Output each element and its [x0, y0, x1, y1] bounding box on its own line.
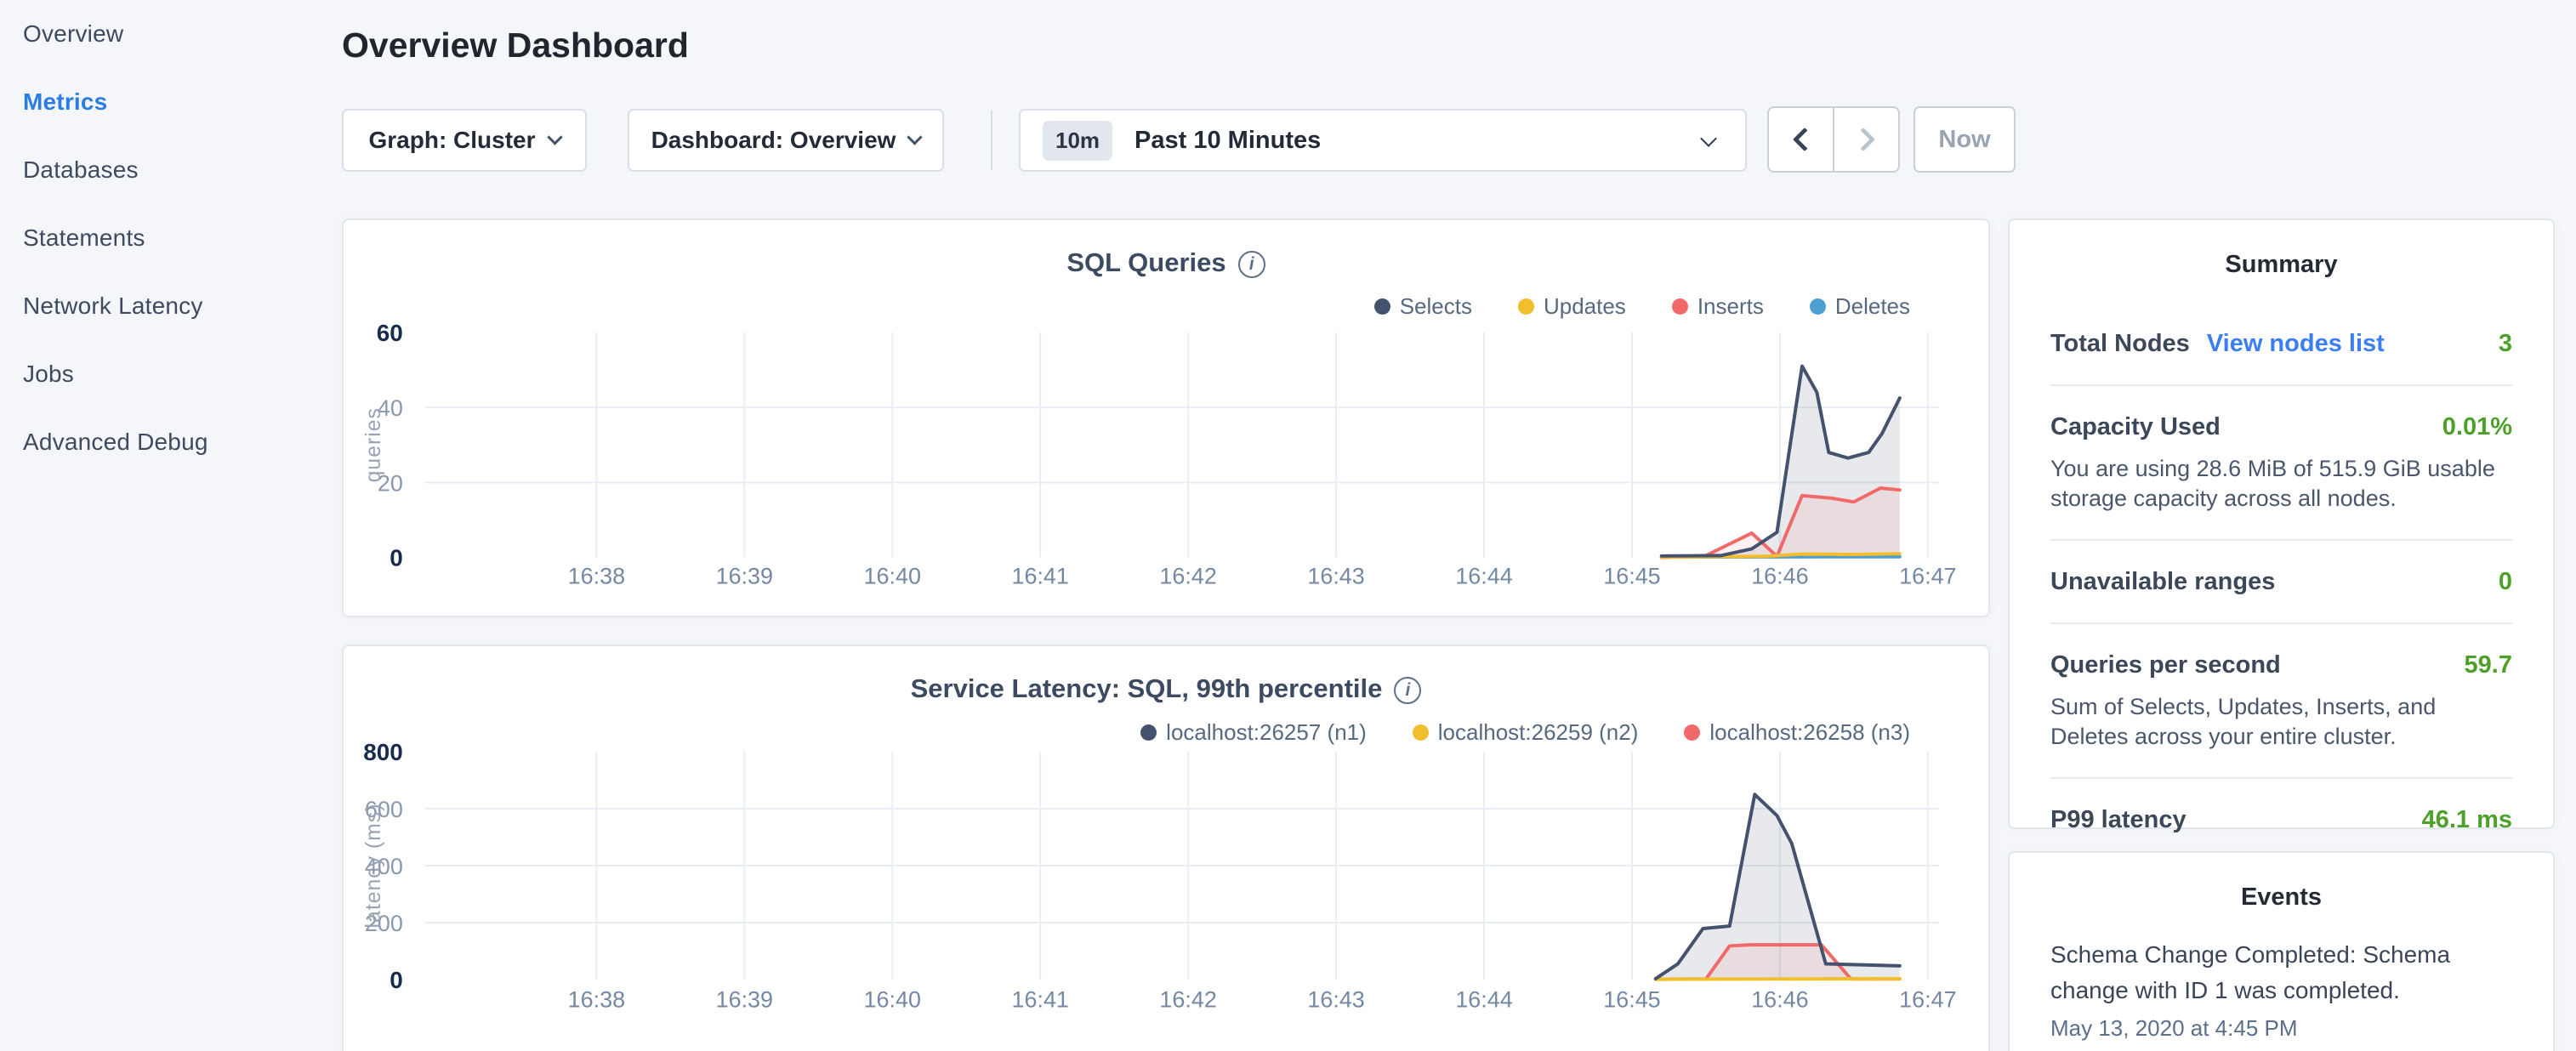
time-range-dropdown[interactable]: 10m Past 10 Minutes: [1019, 109, 1747, 172]
svg-text:16:43: 16:43: [1307, 563, 1364, 588]
sidebar-item-jobs[interactable]: Jobs: [0, 340, 342, 408]
svg-text:16:40: 16:40: [864, 987, 921, 1013]
events-panel: Events Schema Change Completed: Schema c…: [2008, 851, 2555, 1051]
svg-text:16:41: 16:41: [1012, 563, 1069, 588]
service-latency-chart[interactable]: 16:38 16:39 16:40 16:41 16:42 16:43 16:44 16:45…: [344, 646, 1988, 1051]
svg-text:16:41: 16:41: [1012, 987, 1069, 1013]
summary-row-total-nodes: Total Nodes View nodes list 3: [2050, 303, 2512, 386]
summary-row-capacity-used: Capacity Used 0.01% You are using 28.6 M…: [2050, 386, 2512, 541]
sidebar-item-network-latency[interactable]: Network Latency: [0, 272, 342, 340]
chevron-left-icon: [1792, 128, 1816, 151]
event-message: Schema Change Completed: Schema change w…: [2050, 937, 2512, 1008]
chevron-right-icon: [1851, 128, 1874, 151]
svg-text:latency (ms): latency (ms): [361, 804, 385, 929]
event-list-item[interactable]: Schema Change Completed: Schema change w…: [2050, 937, 2512, 1042]
sidebar-item-advanced-debug[interactable]: Advanced Debug: [0, 408, 342, 476]
event-timestamp: May 13, 2020 at 4:45 PM: [2050, 1015, 2512, 1042]
now-button[interactable]: Now: [1914, 106, 2016, 173]
summary-row-subtext: You are using 28.6 MiB of 515.9 GiB usab…: [2050, 454, 2512, 514]
svg-text:16:44: 16:44: [1455, 987, 1512, 1013]
summary-row-value: 0.01%: [2442, 413, 2512, 441]
svg-text:16:38: 16:38: [568, 563, 625, 588]
summary-title: Summary: [2010, 220, 2553, 279]
summary-row-p99-latency: P99 latency 46.1 ms: [2050, 779, 2512, 861]
events-title: Events: [2010, 853, 2553, 912]
sidebar-item-statements[interactable]: Statements: [0, 204, 342, 272]
summary-row-label: Unavailable ranges: [2050, 566, 2275, 597]
svg-text:60: 60: [377, 320, 403, 346]
sql-queries-chart-card: SQL Queriesi Selects Updates Inserts Del…: [342, 219, 1990, 617]
next-time-button[interactable]: [1833, 108, 1898, 171]
page-title: Overview Dashboard: [342, 26, 689, 65]
svg-text:16:45: 16:45: [1603, 987, 1660, 1013]
svg-text:16:39: 16:39: [716, 563, 773, 588]
svg-text:16:42: 16:42: [1159, 987, 1216, 1013]
time-step-buttons: [1767, 106, 1900, 173]
summary-row-value: 3: [2499, 330, 2512, 358]
summary-row-queries-per-second: Queries per second 59.7 Sum of Selects, …: [2050, 624, 2512, 779]
svg-text:16:39: 16:39: [716, 987, 773, 1013]
summary-row-label: Queries per second: [2050, 650, 2281, 680]
chevron-down-icon: [1700, 130, 1717, 147]
graph-dropdown[interactable]: Graph: Cluster: [342, 109, 587, 172]
summary-row-label: Capacity Used: [2050, 412, 2221, 442]
sidebar-item-databases[interactable]: Databases: [0, 136, 342, 204]
summary-row-label: Total Nodes: [2050, 328, 2190, 359]
svg-text:16:46: 16:46: [1751, 563, 1808, 588]
svg-text:800: 800: [363, 739, 403, 765]
time-range-label: Past 10 Minutes: [1134, 127, 1321, 155]
svg-text:queries: queries: [361, 407, 385, 482]
sidebar-nav: Overview Metrics Databases Statements Ne…: [0, 0, 342, 1051]
time-range-badge: 10m: [1043, 121, 1112, 161]
svg-text:0: 0: [390, 967, 403, 993]
service-latency-chart-card: Service Latency: SQL, 99th percentilei l…: [342, 645, 1990, 1051]
svg-text:16:38: 16:38: [568, 987, 625, 1013]
svg-text:16:47: 16:47: [1899, 563, 1956, 588]
view-nodes-list-link[interactable]: View nodes list: [2207, 330, 2385, 358]
svg-text:16:47: 16:47: [1899, 987, 1956, 1013]
summary-row-value: 59.7: [2465, 651, 2512, 679]
svg-text:16:44: 16:44: [1455, 563, 1512, 588]
chevron-down-icon: [907, 129, 923, 145]
svg-text:0: 0: [390, 545, 403, 571]
db-console-metrics-page: Overview Metrics Databases Statements Ne…: [0, 0, 2576, 1051]
prev-time-button[interactable]: [1769, 108, 1833, 171]
graph-dropdown-label: Graph: Cluster: [368, 127, 535, 154]
dashboard-dropdown[interactable]: Dashboard: Overview: [628, 109, 944, 172]
svg-text:16:45: 16:45: [1603, 563, 1660, 588]
sidebar-item-overview[interactable]: Overview: [0, 0, 342, 68]
chevron-down-icon: [547, 129, 562, 145]
summary-row-value: 0: [2499, 568, 2512, 596]
summary-row-value: 46.1 ms: [2422, 806, 2512, 834]
svg-text:16:40: 16:40: [864, 563, 921, 588]
sidebar-item-metrics[interactable]: Metrics: [0, 68, 342, 136]
dashboard-dropdown-label: Dashboard: Overview: [651, 127, 896, 154]
summary-row-subtext: Sum of Selects, Updates, Inserts, and De…: [2050, 692, 2512, 752]
toolbar-divider: [991, 111, 992, 170]
summary-row-label: P99 latency: [2050, 804, 2186, 835]
summary-row-unavailable-ranges: Unavailable ranges 0: [2050, 541, 2512, 624]
svg-text:16:46: 16:46: [1751, 987, 1808, 1013]
svg-text:16:43: 16:43: [1307, 987, 1364, 1013]
svg-text:16:42: 16:42: [1159, 563, 1216, 588]
summary-panel: Summary Total Nodes View nodes list 3 Ca…: [2008, 219, 2555, 829]
sql-queries-chart[interactable]: 16:38 16:39 16:40 16:41 16:42 16:43 16:44 16:45…: [344, 220, 1988, 616]
